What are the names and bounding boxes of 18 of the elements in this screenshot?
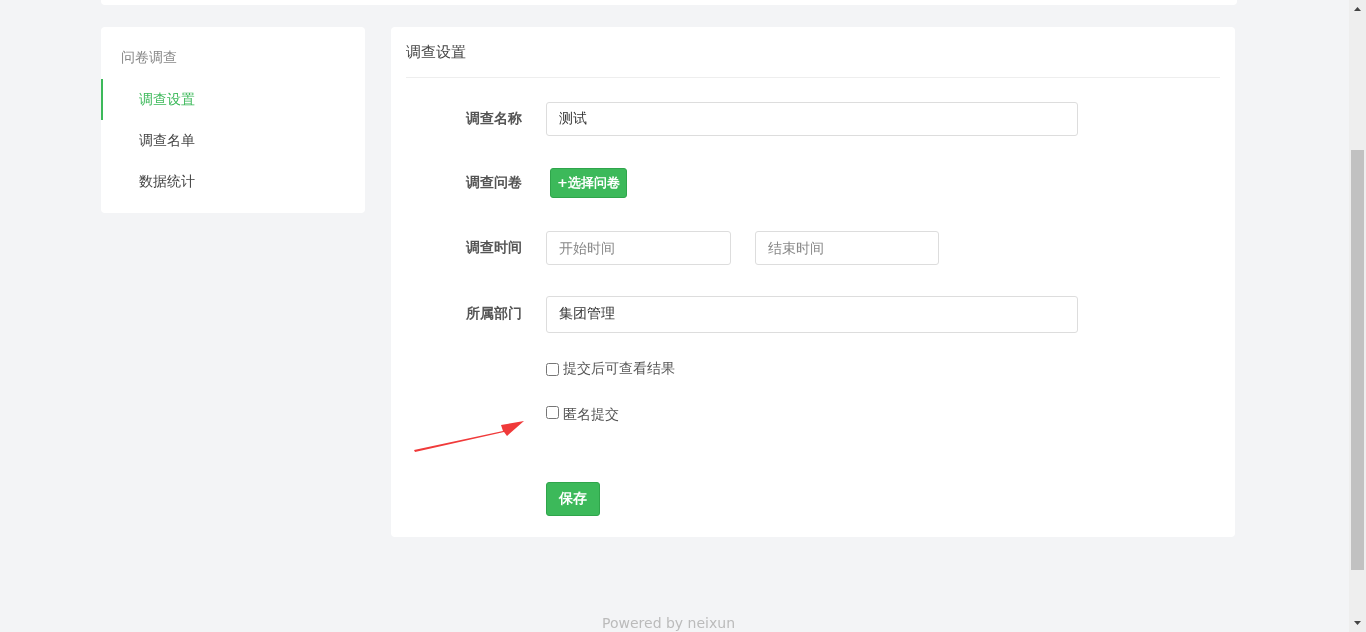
checkbox-label: 提交后可查看结果 xyxy=(563,360,675,378)
text-input[interactable]: 集团管理 xyxy=(546,295,1078,333)
sidebar-title: 问卷调查 xyxy=(120,48,178,67)
checkbox-label: 匿名提交 xyxy=(563,406,619,424)
checkbox[interactable] xyxy=(546,406,559,419)
footer-text: Powered by neixun xyxy=(602,614,735,632)
end-time-input[interactable]: 结束时间 xyxy=(755,231,939,265)
checkbox[interactable] xyxy=(546,362,559,376)
field-label: 调查名称 xyxy=(464,109,523,128)
field-label: 调查时间 xyxy=(464,239,523,257)
sidebar-item[interactable]: 数据统计 xyxy=(101,161,365,202)
scrollbar[interactable] xyxy=(1349,0,1366,632)
field-label: 调查问卷 xyxy=(464,174,523,192)
card-title: 调查设置 xyxy=(406,27,1220,78)
start-time-input[interactable]: 开始时间 xyxy=(546,231,731,265)
sidebar-item[interactable]: 调查名单 xyxy=(101,120,365,161)
text-input[interactable]: 测试 xyxy=(546,101,1078,136)
field-label: 所属部门 xyxy=(465,305,523,323)
